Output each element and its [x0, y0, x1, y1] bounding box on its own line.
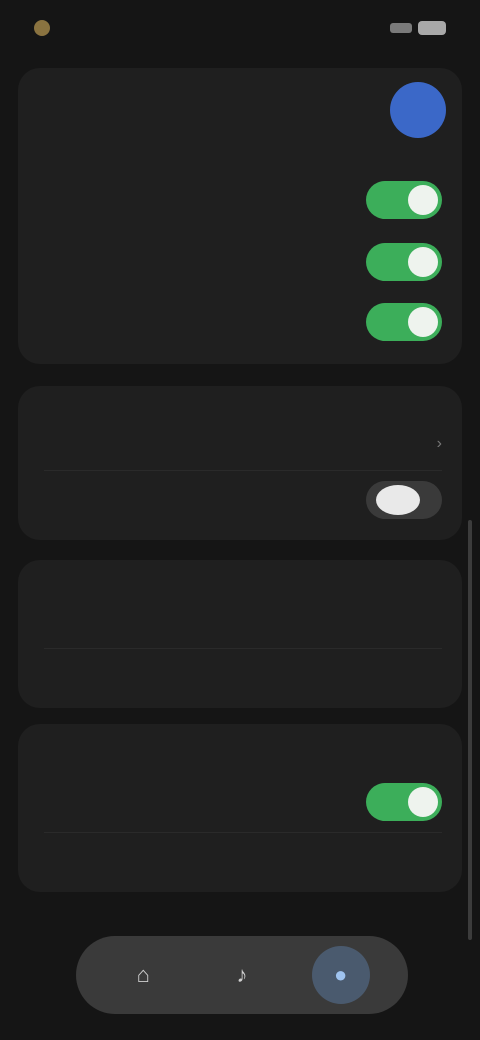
- toggle-switch[interactable]: [366, 481, 442, 519]
- toggle-switch[interactable]: [366, 783, 442, 821]
- home-icon: ⌂: [136, 962, 150, 987]
- status-bar: [0, 0, 480, 56]
- settings-row[interactable]: [44, 180, 442, 220]
- dock-notifications-button[interactable]: ♪: [213, 946, 271, 1004]
- status-left: [34, 20, 58, 36]
- notification-dot-icon: [34, 20, 50, 36]
- bell-icon: ♪: [236, 962, 248, 987]
- settings-row[interactable]: [44, 842, 442, 882]
- dock-home-button[interactable]: ⌂: [114, 946, 172, 1004]
- status-right: [390, 21, 446, 35]
- settings-row[interactable]: ›: [44, 424, 442, 464]
- signal-icon: [390, 23, 412, 33]
- toggle-knob: [408, 307, 438, 337]
- divider: [44, 470, 442, 471]
- toggle-knob: [408, 185, 438, 215]
- settings-row[interactable]: [44, 302, 442, 342]
- bottom-dock: ⌂ ♪ ●: [76, 936, 408, 1014]
- settings-row[interactable]: [44, 600, 442, 640]
- settings-card-d: [18, 724, 462, 892]
- settings-card-c: [18, 560, 462, 708]
- toggle-switch[interactable]: [366, 243, 442, 281]
- toggle-knob: [408, 787, 438, 817]
- settings-row[interactable]: [44, 242, 442, 282]
- user-icon: ●: [333, 962, 348, 987]
- chevron-right-icon: ›: [436, 435, 442, 452]
- toggle-switch[interactable]: [366, 181, 442, 219]
- dock-profile-button[interactable]: ●: [311, 946, 370, 1004]
- divider: [44, 648, 442, 649]
- scrollbar[interactable]: [468, 520, 472, 940]
- settings-row[interactable]: [44, 480, 442, 520]
- settings-row[interactable]: [44, 658, 442, 698]
- avatar[interactable]: [390, 82, 446, 138]
- settings-row[interactable]: [44, 782, 442, 822]
- settings-card-top: [18, 68, 462, 364]
- divider: [44, 832, 442, 833]
- toggle-switch[interactable]: [366, 303, 442, 341]
- battery-icon: [418, 21, 446, 35]
- toggle-knob: [376, 485, 420, 515]
- toggle-knob: [408, 247, 438, 277]
- settings-card-b: ›: [18, 386, 462, 540]
